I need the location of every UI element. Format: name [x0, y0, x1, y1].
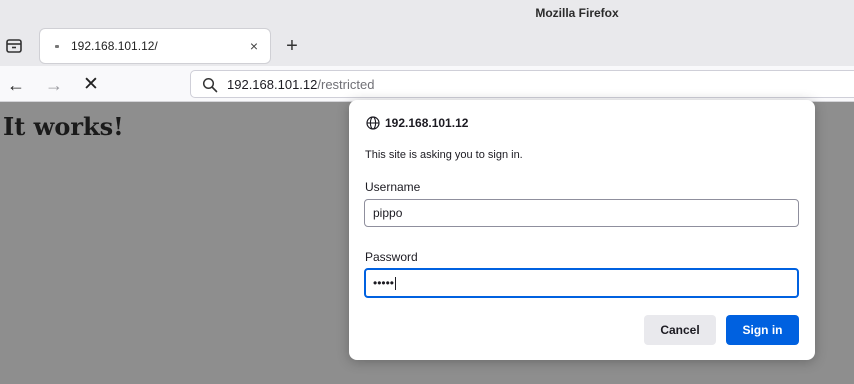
username-field[interactable]: pippo [364, 199, 799, 227]
search-icon [202, 77, 218, 93]
tab-strip: 192.168.101.12/ × + [0, 26, 854, 66]
title-bar: Mozilla Firefox [0, 0, 854, 26]
password-label: Password [365, 250, 418, 264]
password-field[interactable]: ••••• [364, 268, 799, 298]
sign-in-button[interactable]: Sign in [726, 315, 799, 345]
auth-dialog: 192.168.101.12 This site is asking you t… [349, 100, 815, 360]
navigation-bar: ← → ✕ 192.168.101.12/restricted [0, 66, 854, 102]
back-button[interactable]: ← [6, 75, 26, 95]
cancel-button[interactable]: Cancel [644, 315, 716, 345]
url-path: /restricted [317, 77, 375, 92]
new-tab-button[interactable]: + [282, 36, 302, 56]
close-tab-icon[interactable]: × [245, 37, 263, 55]
window-title: Mozilla Firefox [535, 6, 619, 20]
dialog-origin: 192.168.101.12 [385, 116, 469, 130]
tab-label: 192.168.101.12/ [71, 39, 158, 53]
text-caret [395, 277, 397, 291]
page-heading: It works! [3, 112, 124, 141]
password-mask: ••••• [373, 276, 395, 290]
tab-active[interactable]: 192.168.101.12/ × [40, 29, 270, 63]
dialog-message: This site is asking you to sign in. [365, 149, 523, 161]
globe-icon [366, 116, 380, 130]
loading-indicator-icon [55, 45, 59, 48]
username-label: Username [365, 180, 421, 194]
url-host: 192.168.101.12 [227, 77, 318, 92]
list-all-tabs-icon[interactable] [4, 36, 24, 56]
url-text[interactable]: 192.168.101.12/restricted [227, 77, 374, 92]
url-bar[interactable]: 192.168.101.12/restricted [190, 70, 854, 98]
stop-button[interactable]: ✕ [81, 75, 101, 95]
forward-button[interactable]: → [44, 75, 64, 95]
